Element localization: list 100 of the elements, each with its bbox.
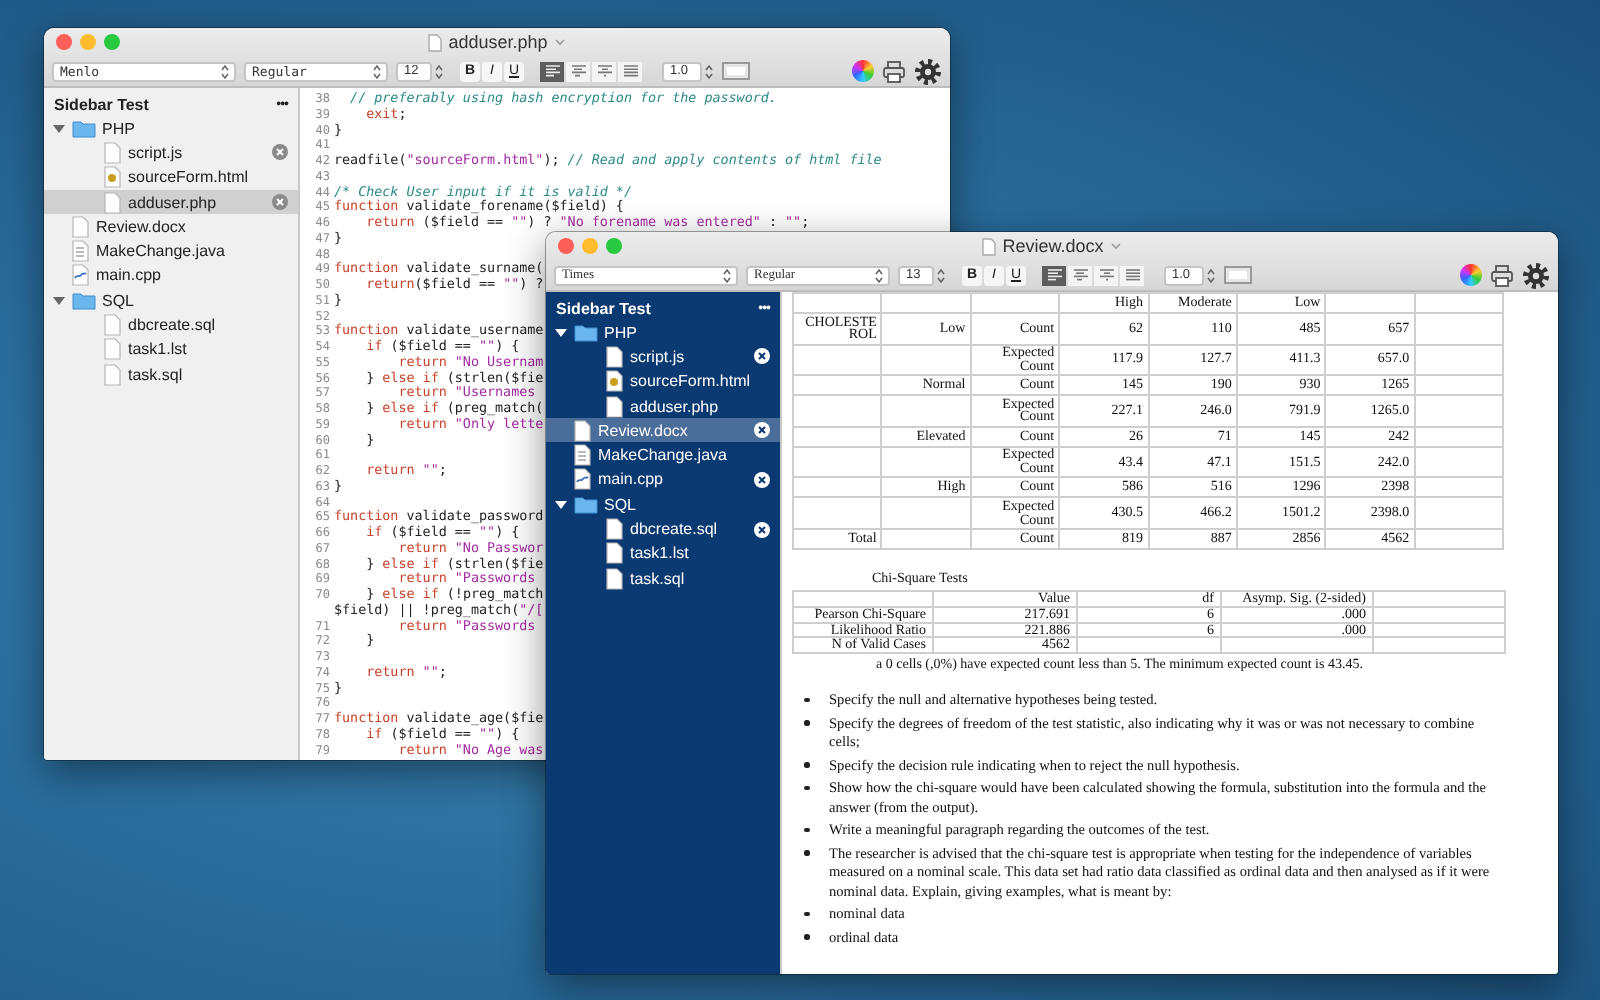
bullet-icon [804, 934, 809, 940]
bullet-icon [804, 697, 809, 703]
disclosure-triangle-icon[interactable] [554, 325, 568, 340]
select-arrows-icon[interactable] [874, 267, 884, 283]
sidebar-item[interactable]: task.sql [546, 565, 780, 591]
sidebar-item[interactable]: main.cpp [44, 263, 298, 289]
file-icon [104, 166, 122, 189]
document-icon [982, 237, 997, 255]
color-well[interactable] [722, 62, 750, 80]
folder-icon [72, 119, 96, 138]
color-wheel-icon[interactable] [852, 60, 874, 82]
align-justify-button[interactable] [618, 61, 642, 81]
sidebar-item[interactable]: adduser.php [44, 189, 298, 215]
document-icon [428, 33, 443, 51]
file-icon [606, 567, 624, 590]
sidebar-item[interactable]: task1.lst [546, 541, 780, 566]
window-title: Review.docx [1002, 236, 1104, 256]
file-icon [104, 314, 122, 337]
stepper-icon[interactable] [704, 63, 714, 79]
gear-icon[interactable] [914, 57, 942, 85]
sidebar-item[interactable]: dbcreate.sql [546, 516, 780, 542]
sidebar-item[interactable]: Review.docx [44, 214, 298, 239]
sidebar-item[interactable]: MakeChange.java [546, 442, 780, 468]
gear-icon[interactable] [1522, 261, 1550, 289]
align-left-button[interactable] [1042, 265, 1066, 285]
bullet-icon [804, 911, 809, 917]
close-button[interactable] [56, 34, 72, 50]
sidebar-title: Sidebar Test [556, 299, 651, 317]
disclosure-triangle-icon[interactable] [554, 497, 568, 512]
sidebar-item[interactable]: task.sql [44, 361, 298, 387]
select-arrows-icon[interactable] [372, 63, 382, 79]
align-right-button[interactable] [592, 61, 616, 81]
file-icon [104, 141, 122, 164]
file-icon [606, 395, 624, 418]
file-icon [574, 444, 592, 467]
disclosure-triangle-icon[interactable] [52, 293, 66, 308]
align-center-button[interactable] [1068, 265, 1092, 285]
align-center-button[interactable] [566, 61, 590, 81]
file-icon [72, 240, 90, 263]
folder-icon [574, 495, 598, 514]
file-icon [72, 264, 90, 287]
window-title: adduser.php [448, 32, 548, 52]
sidebar-item[interactable]: MakeChange.java [44, 238, 298, 264]
color-well[interactable] [1224, 266, 1252, 284]
sidebar-item[interactable]: task1.lst [44, 337, 298, 362]
close-button[interactable] [558, 238, 574, 254]
stepper-icon[interactable] [936, 267, 946, 283]
sidebar-item[interactable]: script.js [44, 140, 298, 166]
sidebar-item[interactable]: adduser.php [546, 393, 780, 419]
sidebar-item[interactable]: dbcreate.sql [44, 312, 298, 338]
file-icon [574, 419, 592, 442]
select-arrows-icon[interactable] [722, 267, 732, 283]
align-justify-icon [621, 64, 639, 78]
sidebar-title: Sidebar Test [54, 95, 149, 113]
folder-icon [72, 291, 96, 310]
close-icon[interactable] [754, 521, 770, 538]
chevron-icon[interactable] [1109, 242, 1122, 250]
file-icon [606, 518, 624, 541]
sidebar-item[interactable]: main.cpp [546, 467, 780, 493]
stepper-icon[interactable] [434, 63, 444, 79]
bullet-icon [804, 850, 809, 856]
folder-icon [574, 323, 598, 342]
printer-icon[interactable] [882, 59, 906, 83]
align-center-icon [1071, 268, 1089, 282]
close-icon[interactable] [754, 348, 770, 365]
align-left-button[interactable] [540, 61, 564, 81]
sidebar-item[interactable]: script.js [546, 344, 780, 370]
file-icon [606, 345, 624, 368]
select-arrows-icon[interactable] [220, 63, 230, 79]
bullet-icon [804, 762, 809, 768]
file-icon [104, 338, 122, 361]
chevron-icon[interactable] [553, 38, 566, 46]
align-right-button[interactable] [1094, 265, 1118, 285]
sidebar-item[interactable]: PHP [546, 320, 780, 345]
sidebar-item[interactable]: sourceForm.html [546, 369, 780, 394]
file-icon [606, 542, 624, 565]
bullet-icon [804, 785, 809, 791]
close-icon[interactable] [754, 422, 770, 439]
bullet-icon [804, 827, 809, 833]
sidebar-item[interactable]: SQL [546, 492, 780, 517]
file-icon [606, 370, 624, 393]
bullet-icon [804, 720, 809, 726]
file-icon [72, 215, 90, 238]
align-left-icon [543, 64, 561, 78]
color-wheel-icon[interactable] [1460, 264, 1482, 286]
printer-icon[interactable] [1490, 263, 1514, 287]
close-icon[interactable] [754, 471, 770, 488]
sidebar-item[interactable]: SQL [44, 288, 298, 313]
align-center-icon [569, 64, 587, 78]
file-icon [104, 191, 122, 214]
align-right-icon [595, 64, 613, 78]
sidebar-item[interactable]: Review.docx [546, 418, 780, 443]
align-right-icon [1097, 268, 1115, 282]
file-icon [104, 363, 122, 386]
sidebar-item[interactable]: sourceForm.html [44, 165, 298, 190]
disclosure-triangle-icon[interactable] [52, 121, 66, 136]
stepper-icon[interactable] [1206, 267, 1216, 283]
sidebar-item[interactable]: PHP [44, 116, 298, 141]
align-justify-button[interactable] [1120, 265, 1144, 285]
align-left-icon [1045, 268, 1063, 282]
